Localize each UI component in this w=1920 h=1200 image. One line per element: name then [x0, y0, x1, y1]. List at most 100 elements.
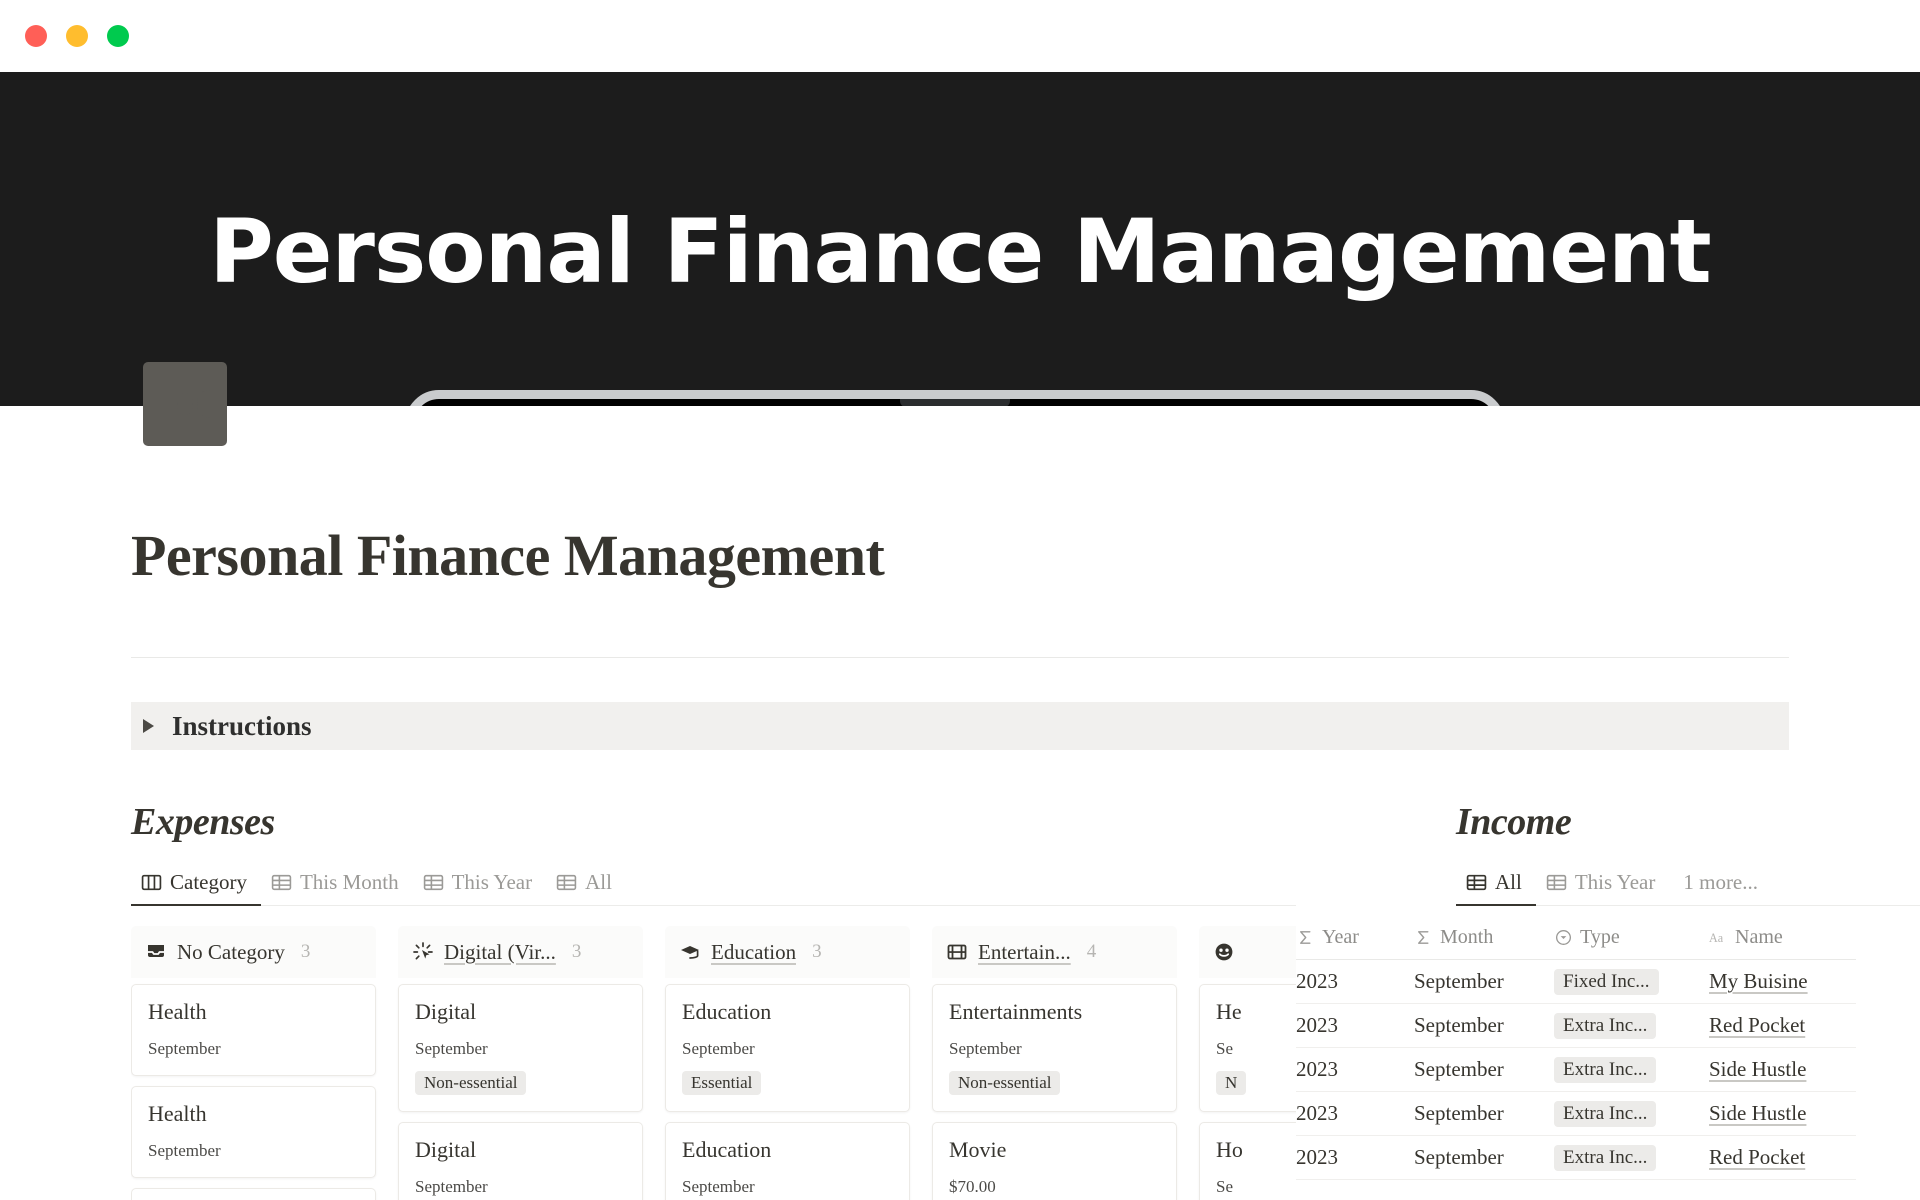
board-card[interactable]: He Se N	[1199, 984, 1296, 1112]
board-card[interactable]: Health September	[131, 1086, 376, 1178]
row-name-link[interactable]: Side Hustle	[1709, 1057, 1806, 1082]
table-row[interactable]: 2023 September Fixed Inc... My Buisine	[1296, 960, 1856, 1004]
card-title: Education	[682, 1137, 772, 1162]
board-card[interactable]: Education September Essential	[665, 984, 910, 1112]
cell-name[interactable]: Red Pocket	[1709, 1145, 1859, 1170]
tab-all[interactable]: All	[546, 870, 626, 906]
instructions-toggle-block[interactable]: Instructions	[131, 702, 1789, 750]
cell-name[interactable]: Red Pocket	[1709, 1013, 1859, 1038]
board-column-cards: Health September Health September Health	[131, 984, 376, 1200]
cell-month: September	[1414, 969, 1504, 993]
card-month: September	[148, 1141, 221, 1160]
card-tag: Non-essential	[415, 1071, 527, 1095]
cell-name[interactable]: My Buisine	[1709, 969, 1859, 994]
card-month: September	[415, 1039, 488, 1058]
cell-name[interactable]: Side Hustle	[1709, 1101, 1859, 1126]
card-title: Health	[148, 1101, 207, 1126]
card-month: September	[949, 1039, 1022, 1058]
board-column-count: 4	[1086, 941, 1097, 962]
card-title: He	[1216, 999, 1242, 1024]
type-pill: Extra Inc...	[1554, 1100, 1657, 1127]
card-title: Entertainments	[949, 999, 1083, 1024]
board-column-name: No Category	[177, 939, 285, 964]
row-name-link[interactable]: Red Pocket	[1709, 1145, 1805, 1170]
page-icon[interactable]	[143, 362, 227, 446]
instructions-toggle-label: Instructions	[172, 710, 312, 741]
tablet-notch-icon	[900, 399, 1010, 406]
board-column-header[interactable]: Digital (Vir... 3	[398, 926, 643, 978]
cell-name[interactable]: Side Hustle	[1709, 1057, 1859, 1082]
tab-category-label: Category	[170, 870, 247, 894]
row-name-link[interactable]: My Buisine	[1709, 969, 1808, 994]
table-row[interactable]: 2023 September Extra Inc... Red Pocket	[1296, 1004, 1856, 1048]
card-month: September	[682, 1177, 755, 1196]
card-amount: $70.00	[949, 1177, 996, 1196]
card-title: Health	[148, 999, 207, 1024]
tab-this-year[interactable]: This Year	[413, 870, 547, 906]
income-tab-more-label: 1 more...	[1683, 870, 1759, 894]
window-minimize-button[interactable]	[66, 25, 88, 47]
tab-category[interactable]: Category	[131, 870, 261, 906]
tab-this-month[interactable]: This Month	[261, 870, 413, 906]
cover-banner-title: Personal Finance Management	[209, 200, 1711, 303]
board-column-digital: Digital (Vir... 3 Digital September Non-…	[398, 926, 643, 1200]
content-divider	[131, 657, 1789, 658]
window-close-button[interactable]	[25, 25, 47, 47]
board-card[interactable]: Ho Se	[1199, 1122, 1296, 1200]
board-column-count: 3	[300, 941, 311, 962]
board-card[interactable]: Digital September Non-essential	[398, 984, 643, 1112]
column-header-month[interactable]: Month	[1414, 926, 1554, 949]
column-header-name[interactable]: Aa Name	[1709, 926, 1859, 949]
sigma-icon	[1300, 931, 1311, 944]
board-column-count: 3	[571, 941, 582, 962]
cell-year: 2023	[1296, 969, 1338, 993]
column-header-type-label: Type	[1580, 926, 1620, 948]
income-view-tabs: All This Year 1 more...	[1456, 870, 1920, 906]
board-card[interactable]: Digital September	[398, 1122, 643, 1200]
card-month: September	[415, 1177, 488, 1196]
card-month: Se	[1216, 1039, 1233, 1058]
cell-month: September	[1414, 1145, 1504, 1169]
column-header-type[interactable]: Type	[1554, 926, 1709, 949]
row-name-link[interactable]: Red Pocket	[1709, 1013, 1805, 1038]
table-row[interactable]: 2023 September Extra Inc... Side Hustle	[1296, 1092, 1856, 1136]
tab-this-year-label: This Year	[451, 870, 533, 894]
table-view-icon	[556, 874, 577, 891]
type-pill: Fixed Inc...	[1554, 968, 1659, 995]
window-maximize-button[interactable]	[107, 25, 129, 47]
cell-year: 2023	[1296, 1013, 1338, 1037]
film-icon	[947, 944, 967, 960]
board-column-header[interactable]	[1199, 926, 1296, 978]
board-card[interactable]: Education September	[665, 1122, 910, 1200]
cell-type: Fixed Inc...	[1554, 968, 1709, 995]
board-column-header[interactable]: Entertain... 4	[932, 926, 1177, 978]
board-card[interactable]: Health	[131, 1188, 376, 1200]
board-column-header[interactable]: No Category 3	[131, 926, 376, 978]
board-column-header[interactable]: Education 3	[665, 926, 910, 978]
cell-type: Extra Inc...	[1554, 1056, 1709, 1083]
type-pill: Extra Inc...	[1554, 1012, 1657, 1039]
card-title: Movie	[949, 1137, 1007, 1162]
income-tab-this-year-label: This Year	[1574, 870, 1656, 894]
board-column-entertainment: Entertain... 4 Entertainments September …	[932, 926, 1177, 1200]
income-tab-all[interactable]: All	[1456, 870, 1536, 906]
money-bill-icon	[159, 390, 211, 418]
table-row[interactable]: 2023 September Extra Inc... Side Hustle	[1296, 1048, 1856, 1092]
row-name-link[interactable]: Side Hustle	[1709, 1101, 1806, 1126]
card-title: Education	[682, 999, 772, 1024]
income-tab-this-year[interactable]: This Year	[1536, 870, 1670, 906]
smiley-icon	[1215, 943, 1233, 961]
board-card[interactable]: Entertainments September Non-essential	[932, 984, 1177, 1112]
table-row[interactable]: 2023 September Extra Inc... Red Pocket	[1296, 1136, 1856, 1180]
chevron-right-icon[interactable]	[143, 719, 154, 733]
page-body: Personal Finance Management Instructions…	[0, 522, 1920, 1200]
card-month: Se	[1216, 1177, 1233, 1196]
cell-year: 2023	[1296, 1057, 1338, 1081]
column-header-year-label: Year	[1322, 926, 1359, 948]
board-card[interactable]: Health September	[131, 984, 376, 1076]
card-month: September	[682, 1039, 755, 1058]
income-title: Income	[1456, 801, 1572, 843]
column-header-year[interactable]: Year	[1296, 926, 1414, 949]
income-tab-more[interactable]: 1 more...	[1669, 870, 1772, 906]
board-card[interactable]: Movie $70.00	[932, 1122, 1177, 1200]
